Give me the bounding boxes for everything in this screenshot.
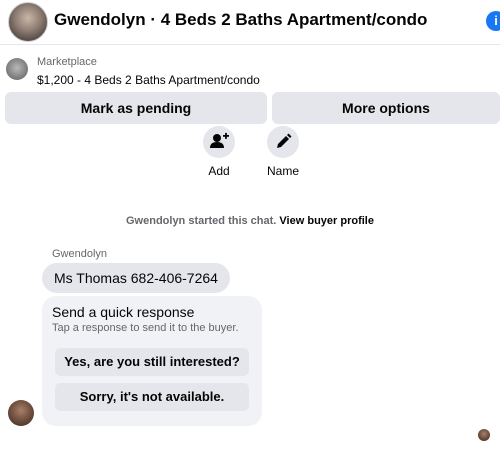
seller-avatar[interactable]: [8, 2, 48, 42]
listing-actions: Mark as pending More options: [0, 92, 500, 126]
chat-header: Gwendolyn · 4 Beds 2 Baths Apartment/con…: [0, 0, 500, 45]
name-label: Name: [266, 164, 299, 178]
info-icon[interactable]: i: [486, 11, 500, 31]
name-action[interactable]: Name: [253, 126, 313, 178]
chat-started-notice: Gwendolyn started this chat. View buyer …: [0, 215, 500, 227]
buyer-avatar[interactable]: [8, 400, 34, 426]
add-label: Add: [208, 164, 230, 178]
view-buyer-profile-link[interactable]: View buyer profile: [279, 215, 374, 227]
listing-thumbnail: [6, 58, 28, 80]
quick-response-card: Send a quick response Tap a response to …: [42, 296, 262, 426]
pencil-icon: [267, 126, 299, 158]
listing-description: $1,200 - 4 Beds 2 Baths Apartment/condo: [37, 73, 260, 87]
quick-response-title: Send a quick response: [52, 304, 195, 320]
quick-response-subtitle: Tap a response to send it to the buyer.: [52, 322, 239, 334]
read-receipt-avatar: [478, 429, 490, 441]
quick-response-still-interested-button[interactable]: Yes, are you still interested?: [55, 348, 249, 376]
add-person-icon: [203, 126, 235, 158]
chat-title: Gwendolyn · 4 Beds 2 Baths Apartment/con…: [54, 10, 428, 29]
add-action[interactable]: Add: [189, 126, 249, 178]
mark-as-pending-button[interactable]: Mark as pending: [5, 92, 267, 124]
quick-response-not-available-button[interactable]: Sorry, it's not available.: [55, 383, 249, 411]
listing-source: Marketplace: [37, 56, 97, 68]
message-bubble[interactable]: Ms Thomas 682-406-7264: [42, 263, 230, 293]
message-sender-name: Gwendolyn: [52, 248, 108, 260]
listing-card[interactable]: Marketplace $1,200 - 4 Beds 2 Baths Apar…: [0, 48, 500, 92]
more-options-button[interactable]: More options: [272, 92, 500, 124]
chat-started-text: Gwendolyn started this chat.: [126, 215, 277, 227]
